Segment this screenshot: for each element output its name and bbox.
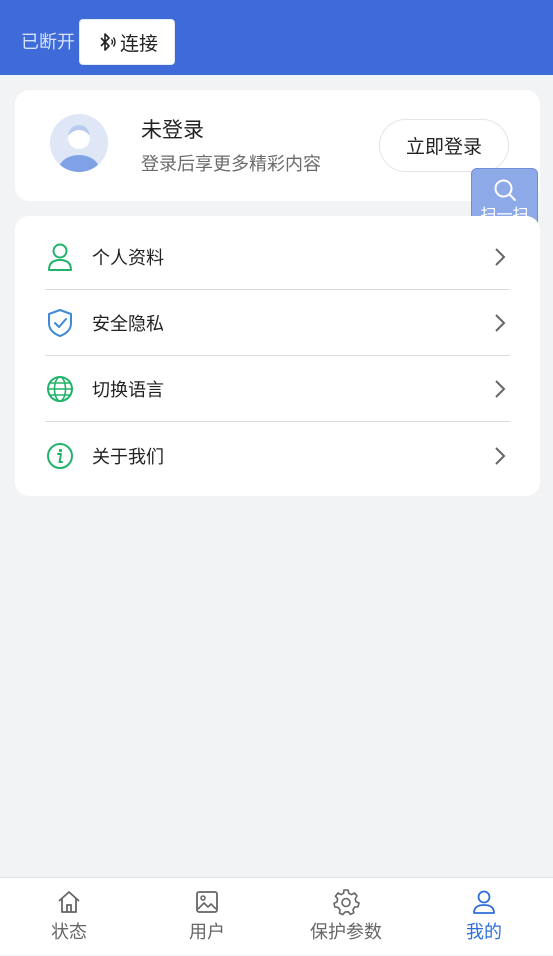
tab-label: 我的: [466, 922, 502, 943]
search-icon: [494, 179, 516, 201]
chevron-right-icon: [490, 379, 510, 399]
bottom-tab-bar: 状态 用户 保护参数 我的: [0, 877, 553, 955]
globe-icon: [45, 374, 75, 404]
tab-mine[interactable]: 我的: [415, 878, 553, 956]
user-icon: [45, 242, 75, 272]
menu-item-label: 安全隐私: [92, 314, 164, 335]
tab-protection-params[interactable]: 保护参数: [277, 878, 415, 956]
tab-user[interactable]: 用户: [138, 878, 276, 956]
menu-item-profile[interactable]: 个人资料: [45, 224, 510, 290]
bluetooth-icon: [100, 33, 116, 51]
image-icon: [195, 888, 219, 916]
profile-name: 未登录: [141, 118, 204, 142]
info-icon: [45, 441, 75, 471]
login-button[interactable]: 立即登录: [379, 119, 509, 172]
connection-status: 已断开: [21, 32, 75, 53]
tab-label: 用户: [189, 922, 225, 943]
tab-label: 状态: [51, 922, 87, 943]
chevron-right-icon: [490, 247, 510, 267]
shield-check-icon: [45, 308, 75, 338]
profile-subtitle: 登录后享更多精彩内容: [141, 154, 321, 175]
menu-divider: [45, 421, 510, 422]
user-icon: [471, 888, 497, 916]
settings-menu: 个人资料 安全隐私 切换语言 关于我们: [15, 216, 540, 496]
menu-item-label: 切换语言: [92, 380, 164, 401]
profile-card: 未登录 登录后享更多精彩内容 立即登录: [15, 90, 540, 201]
avatar-placeholder-icon: [50, 114, 108, 172]
avatar[interactable]: [50, 114, 108, 172]
connect-button[interactable]: 连接: [79, 19, 175, 65]
chevron-right-icon: [490, 446, 510, 466]
menu-item-security[interactable]: 安全隐私: [45, 290, 510, 356]
chevron-right-icon: [490, 313, 510, 333]
menu-item-language[interactable]: 切换语言: [45, 356, 510, 422]
menu-item-about[interactable]: 关于我们: [45, 423, 510, 489]
top-header: 已断开 连接: [0, 0, 553, 75]
menu-item-label: 个人资料: [92, 248, 164, 269]
tab-status[interactable]: 状态: [0, 878, 138, 956]
connect-label: 连接: [119, 32, 158, 55]
tab-label: 保护参数: [310, 922, 382, 943]
gear-icon: [332, 888, 360, 916]
home-icon: [56, 888, 82, 916]
menu-item-label: 关于我们: [92, 447, 164, 468]
